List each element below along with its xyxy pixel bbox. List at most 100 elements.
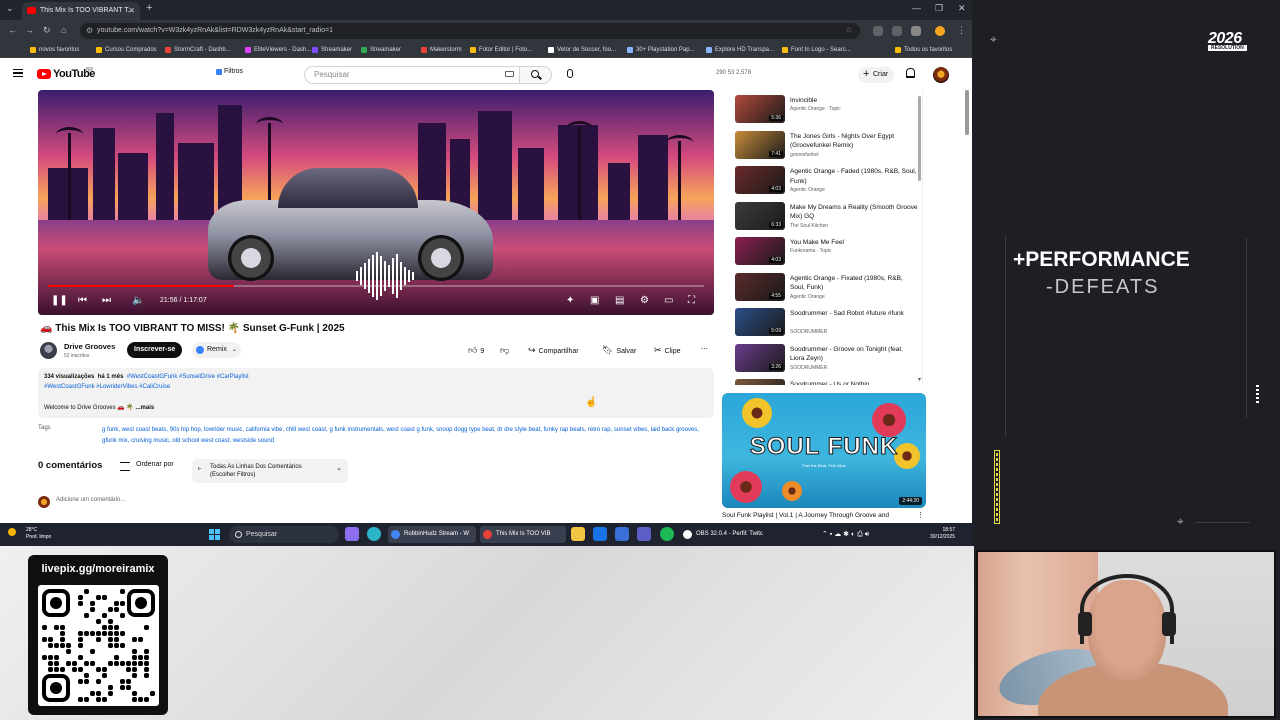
video-thumbnail[interactable]: 7:41 — [735, 130, 785, 159]
start-button[interactable] — [209, 529, 220, 540]
menu-icon[interactable] — [13, 69, 23, 77]
home-icon[interactable]: ⌂ — [61, 25, 66, 35]
taskbar-search[interactable]: Pesquisar — [229, 526, 339, 543]
list-item-title[interactable]: Soodrummer - Us or Nothin — [790, 380, 918, 385]
list-item-title[interactable]: You Make Me Feel — [790, 238, 918, 248]
filters-button[interactable]: Filtros — [214, 68, 243, 75]
show-more-link[interactable]: ...mais — [136, 405, 155, 411]
back-icon[interactable]: ← — [8, 25, 17, 35]
bookmark-item[interactable]: 30+ Playstation Pap... — [627, 42, 695, 58]
extension-icon[interactable] — [892, 26, 902, 36]
notifications-bell-icon[interactable] — [906, 68, 915, 78]
bookmark-item[interactable]: novos favoritos — [30, 42, 79, 58]
video-thumbnail[interactable]: 6:33 — [735, 201, 785, 230]
list-item[interactable]: 5:36 Invincible Agentic Orange · Topic — [733, 90, 921, 124]
list-item-title[interactable]: The Jones Girls - Nights Over Egypt (Gro… — [790, 132, 918, 151]
video-thumbnail[interactable]: 5:09 — [735, 308, 785, 336]
more-options-icon[interactable]: ⋮ — [917, 511, 924, 519]
list-item[interactable]: 4:03 You Make Me Feel Funkorama · Topic — [733, 232, 921, 266]
list-item-title[interactable]: Agentic Orange - Fixated (1980s, R&B, So… — [790, 274, 918, 293]
taskbar-window[interactable]: This Mix Is TOO VIB — [480, 526, 566, 543]
tags-list[interactable]: g funk, west coast beats, 90s hip hop, l… — [102, 425, 712, 446]
hashtags[interactable]: #WestCoastGFunk #LowriderVibes #CaliCrui… — [44, 384, 170, 390]
list-item-title[interactable]: Soodrummer - Sad Robot #future #funk — [790, 309, 918, 319]
bookmark-item[interactable]: Cursos Comprados — [96, 42, 157, 58]
list-item[interactable]: 4:03 Agentic Orange - Faded (1980s, R&B, … — [733, 161, 921, 195]
clock[interactable]: 18:57 30/12/2025 — [930, 527, 955, 541]
fullscreen-icon[interactable]: ⛶ — [688, 295, 695, 306]
edge-icon[interactable] — [367, 527, 381, 541]
spotify-icon[interactable] — [660, 527, 674, 541]
list-item[interactable]: 5:09 Soodrummer - Sad Robot #future #funk… — [733, 303, 921, 337]
video-thumbnail[interactable]: 4:55 — [735, 272, 785, 301]
create-button[interactable]: Criar — [858, 66, 895, 83]
hashtags[interactable]: #WestCoastGFunk #SunsetDrive #CarPlaylis… — [127, 374, 249, 380]
store-icon[interactable] — [615, 527, 629, 541]
browser-tab[interactable]: This Mix Is TOO VIBRANT T... ✕ — [22, 2, 140, 20]
captions-icon[interactable]: ▣ — [590, 295, 599, 306]
list-item[interactable]: 3:26 Soodrummer - Groove on Tonight (feat… — [733, 339, 921, 373]
channel-name[interactable]: Drive Grooves — [64, 342, 115, 351]
taskbar-window[interactable]: RobbinHudz Stream - W — [388, 526, 476, 543]
bookmark-item[interactable]: Streamaker — [361, 42, 401, 58]
url-field[interactable]: ⚙ youtube.com/watch?v=W3zk4yzRnAk&list=R… — [80, 23, 860, 39]
chrome-menu-icon[interactable]: ⋮ — [957, 25, 966, 36]
bookmark-item[interactable]: EliteViewers - Dash... — [245, 42, 311, 58]
taskbar-window[interactable]: OBS 32.0.4 - Perfil: Twitc — [680, 526, 776, 543]
dislike-button[interactable]: 👎︎ — [496, 342, 517, 358]
close-window-icon[interactable]: ✕ — [958, 3, 966, 14]
list-item-title[interactable]: Make My Dreams a Reality (Smooth Groove … — [790, 203, 918, 222]
video-progress-bar[interactable] — [48, 285, 704, 287]
list-item[interactable]: Soodrummer - Us or Nothin — [733, 374, 921, 385]
list-item[interactable]: 6:33 Make My Dreams a Reality (Smooth Gro… — [733, 197, 921, 231]
video-thumbnail[interactable]: 5:36 — [735, 95, 785, 123]
theater-icon[interactable]: ▭ — [664, 295, 673, 306]
video-thumbnail[interactable]: 4:03 — [735, 237, 785, 265]
add-comment-input[interactable]: Adicione um comentário... — [56, 497, 125, 503]
extension-icon[interactable] — [873, 26, 883, 36]
save-button[interactable]: 🔖︎ Salvar — [598, 342, 641, 358]
bookmark-item[interactable]: Streamaker — [312, 42, 352, 58]
bookmark-item[interactable]: Explore HD Transpa... — [706, 42, 774, 58]
extensions-puzzle-icon[interactable] — [911, 26, 921, 36]
file-explorer-icon[interactable] — [571, 527, 585, 541]
list-item-title[interactable]: Soodrummer - Groove on Tonight (feat. Li… — [790, 345, 918, 364]
bookmark-item[interactable]: StormCraft - Dashb... — [165, 42, 231, 58]
remix-button[interactable]: Remix ⌄ — [192, 342, 241, 358]
playlist-scrollbar[interactable] — [918, 96, 921, 181]
volume-icon[interactable]: 🔈 — [132, 295, 144, 306]
new-tab-icon[interactable]: + — [146, 2, 152, 14]
like-button[interactable]: 👍︎ 9 — [462, 342, 491, 358]
forward-icon[interactable]: → — [25, 25, 34, 35]
search-button[interactable] — [520, 66, 552, 84]
bookmark-star-icon[interactable]: ☆ — [846, 23, 852, 39]
system-tray[interactable]: ⌃ ▪ ☁ ✱ ◐ ⎙ 🔊︎ — [822, 530, 869, 539]
previous-icon[interactable]: ⏮ — [78, 295, 87, 306]
recommended-title[interactable]: Soul Funk Playlist | Vol.1 | A Journey T… — [722, 512, 922, 519]
next-icon[interactable]: ⏭ — [102, 295, 111, 306]
subscribe-button[interactable]: Inscrever-se — [127, 342, 183, 358]
page-scrollbar[interactable] — [965, 90, 969, 520]
clip-button[interactable]: ✂ Clipe — [650, 342, 685, 358]
youtube-logo-icon[interactable] — [37, 69, 51, 79]
scroll-down-icon[interactable]: ▾ — [918, 376, 921, 383]
list-item[interactable]: 7:41 The Jones Girls - Nights Over Egypt … — [733, 126, 921, 160]
avatar[interactable] — [933, 67, 949, 83]
reload-icon[interactable]: ↻ — [43, 25, 51, 36]
search-input[interactable]: Pesquisar — [304, 66, 520, 84]
tab-menu-icon[interactable]: ⌄ — [6, 3, 14, 14]
profile-icon[interactable] — [935, 26, 945, 36]
channel-avatar[interactable] — [40, 342, 57, 359]
site-info-icon[interactable]: ⚙ — [86, 23, 93, 39]
bookmark-item[interactable]: Todos os favoritos — [895, 42, 952, 58]
keyboard-icon[interactable] — [505, 71, 514, 77]
minimize-icon[interactable]: — — [912, 3, 921, 13]
video-thumbnail[interactable] — [735, 379, 785, 385]
description-box[interactable]: 334 visualizações há 1 mês #WestCoastGFu… — [38, 368, 714, 418]
subtitles-icon[interactable]: ▤ — [615, 295, 624, 306]
video-thumbnail[interactable]: 4:03 — [735, 166, 785, 194]
recommended-thumbnail[interactable]: SOUL FUNK Feel the Beat, Feel Alive 2:44… — [722, 393, 926, 508]
bookmark-item[interactable]: Makerstorm — [421, 42, 462, 58]
pause-icon[interactable]: ❚❚ — [51, 295, 68, 306]
list-item-title[interactable]: Invincible — [790, 96, 918, 106]
